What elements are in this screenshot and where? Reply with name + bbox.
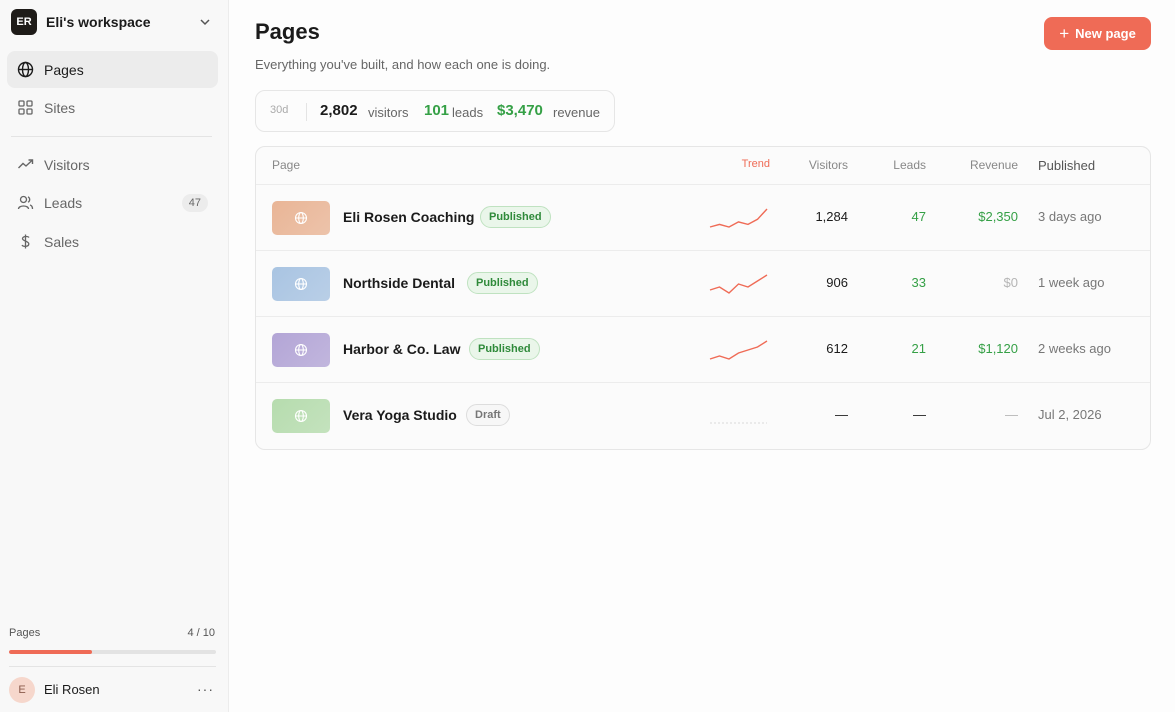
visitors-cell: 1,284 xyxy=(815,209,848,224)
new-page-button-label: New page xyxy=(1075,26,1136,41)
visitors-cell: — xyxy=(835,407,848,422)
globe-icon xyxy=(294,277,308,291)
sidebar-item-label: Leads xyxy=(44,194,83,211)
column-visitors[interactable]: Visitors xyxy=(809,158,848,172)
stats-visitors-value: 2,802 xyxy=(320,102,358,119)
trend-sparkline xyxy=(710,422,767,424)
table-row[interactable]: Vera Yoga Studio Draft — — — Jul 2, 2026 xyxy=(256,383,1150,449)
stats-leads-value: 101 xyxy=(424,102,450,119)
sidebar: ER Eli's workspace Pages Sites Visitors … xyxy=(0,0,229,712)
status-badge: Published xyxy=(480,206,551,228)
leads-cell: 33 xyxy=(911,275,926,290)
chevron-down-icon xyxy=(200,19,210,26)
published-cell: 1 week ago xyxy=(1038,275,1105,290)
new-page-button[interactable]: + New page xyxy=(1044,17,1151,50)
column-leads[interactable]: Leads xyxy=(893,158,926,172)
status-badge: Draft xyxy=(466,404,510,426)
user-name: Eli Rosen xyxy=(44,682,100,697)
table-row[interactable]: Harbor & Co. Law Published 612 21 $1,120… xyxy=(256,317,1150,383)
more-options-icon[interactable]: ··· xyxy=(197,681,214,697)
users-icon xyxy=(17,195,34,210)
page-name[interactable]: Harbor & Co. Law xyxy=(343,341,460,357)
sparkline-line xyxy=(709,208,768,228)
page-thumbnail xyxy=(272,267,330,301)
visitors-cell: 612 xyxy=(826,341,848,356)
sidebar-item-visitors[interactable]: Visitors xyxy=(7,146,218,183)
column-trend[interactable]: Trend xyxy=(742,158,770,170)
column-published[interactable]: Published xyxy=(1038,158,1095,173)
workspace-name: Eli's workspace xyxy=(46,14,151,30)
published-cell: 2 weeks ago xyxy=(1038,341,1111,356)
sidebar-divider xyxy=(11,136,212,137)
page-name[interactable]: Eli Rosen Coaching xyxy=(343,209,474,225)
table-header: Page Trend Visitors Leads Revenue Publis… xyxy=(256,147,1150,185)
trend-sparkline xyxy=(709,274,768,294)
page-subtitle: Everything you've built, and how each on… xyxy=(255,57,551,72)
table-row[interactable]: Eli Rosen Coaching Published 1,284 47 $2… xyxy=(256,185,1150,251)
stats-revenue-label: revenue xyxy=(553,105,600,120)
globe-icon xyxy=(294,211,308,225)
leads-cell: 47 xyxy=(911,209,926,224)
sidebar-item-pages[interactable]: Pages xyxy=(7,51,218,88)
trend-sparkline xyxy=(709,208,768,228)
quota-progress-fill xyxy=(9,650,92,654)
sidebar-item-leads[interactable]: Leads 47 xyxy=(7,184,218,221)
leads-count-badge: 47 xyxy=(181,194,208,212)
avatar: E xyxy=(9,676,35,703)
published-cell: Jul 2, 2026 xyxy=(1038,407,1102,422)
pages-table: Page Trend Visitors Leads Revenue Publis… xyxy=(255,146,1151,450)
table-row[interactable]: Northside Dental Published 906 33 $0 1 w… xyxy=(256,251,1150,317)
sidebar-item-label: Sales xyxy=(44,233,80,250)
workspace-switcher[interactable]: ER Eli's workspace xyxy=(11,9,217,35)
sidebar-item-sites[interactable]: Sites xyxy=(7,89,218,126)
sidebar-item-label: Sites xyxy=(44,99,76,116)
quota-label: Pages xyxy=(9,627,41,639)
globe-icon xyxy=(294,343,308,357)
stats-leads-label: leads xyxy=(452,105,484,120)
column-page[interactable]: Page xyxy=(272,158,300,172)
dollar-icon xyxy=(21,234,30,249)
plus-icon: + xyxy=(1059,23,1070,43)
status-badge: Published xyxy=(469,338,540,360)
page-name[interactable]: Northside Dental xyxy=(343,275,455,291)
sidebar-item-label: Visitors xyxy=(44,156,90,173)
revenue-cell: $0 xyxy=(1003,275,1018,290)
globe-icon xyxy=(294,409,308,423)
user-menu[interactable]: E Eli Rosen ··· xyxy=(9,676,216,703)
quota-count: 4 / 10 xyxy=(187,627,215,639)
stats-visitors-label: visitors xyxy=(368,105,409,120)
page-thumbnail xyxy=(272,399,330,433)
published-cell: 3 days ago xyxy=(1038,209,1102,224)
sparkline-line xyxy=(709,274,768,294)
stats-revenue-value: $3,470 xyxy=(497,102,543,119)
workspace-logo: ER xyxy=(11,9,37,35)
revenue-cell: — xyxy=(1005,407,1018,422)
sidebar-divider xyxy=(9,666,216,667)
sidebar-item-sales[interactable]: Sales xyxy=(7,223,218,260)
stats-summary: 30d 2,802 visitors 101 leads $3,470 reve… xyxy=(255,90,615,132)
grid-icon xyxy=(18,100,33,115)
stats-divider xyxy=(306,103,307,121)
page-name[interactable]: Vera Yoga Studio xyxy=(343,407,457,423)
globe-icon xyxy=(17,61,34,78)
visitors-cell: 906 xyxy=(826,275,848,290)
stats-period: 30d xyxy=(270,104,289,116)
sidebar-item-label: Pages xyxy=(44,61,84,78)
trend-sparkline xyxy=(709,340,768,360)
page-thumbnail xyxy=(272,333,330,367)
revenue-cell: $2,350 xyxy=(978,209,1018,224)
column-revenue[interactable]: Revenue xyxy=(970,158,1018,172)
page-thumbnail xyxy=(272,201,330,235)
sparkline-line xyxy=(709,340,768,360)
quota-progress-bar xyxy=(9,650,216,654)
page-title: Pages xyxy=(255,19,320,44)
leads-cell: 21 xyxy=(911,341,926,356)
revenue-cell: $1,120 xyxy=(978,341,1018,356)
leads-cell: — xyxy=(913,407,926,422)
status-badge: Published xyxy=(467,272,538,294)
trend-icon xyxy=(18,159,34,169)
